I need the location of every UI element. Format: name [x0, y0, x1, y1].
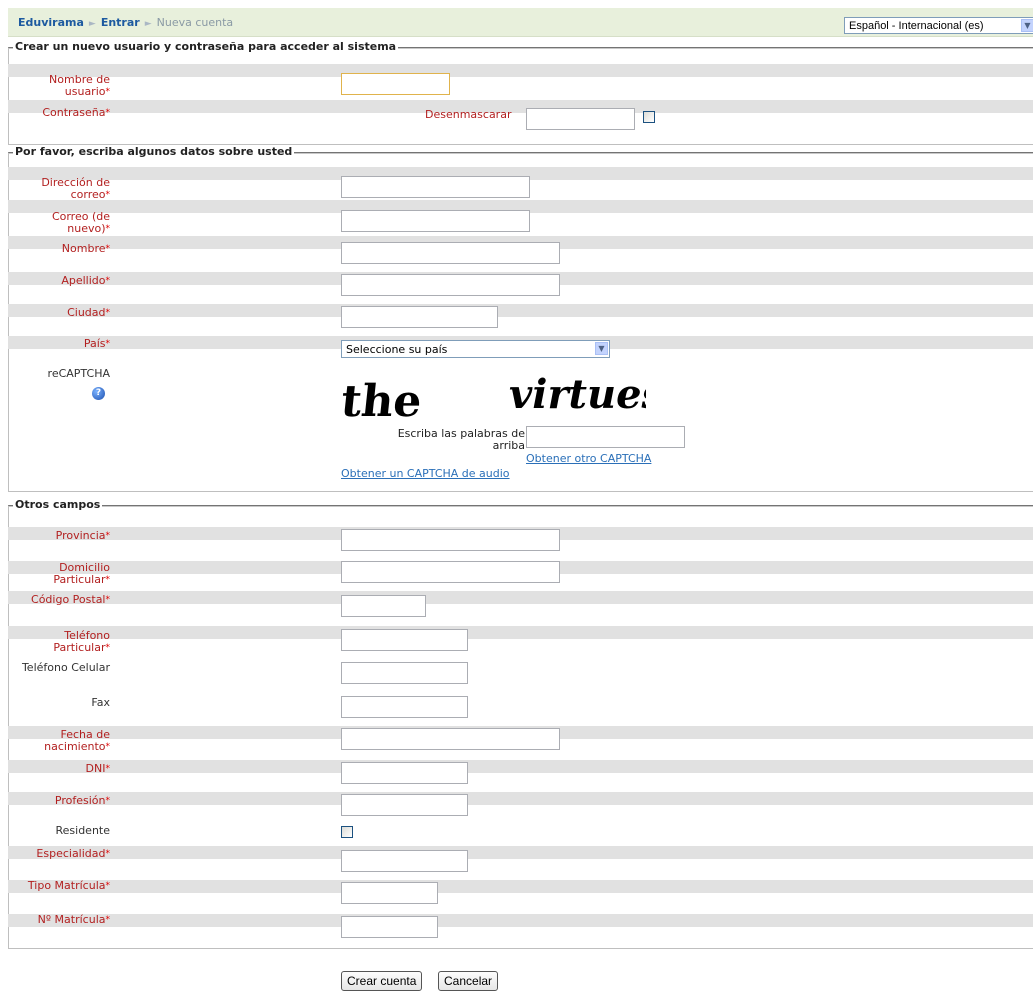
fax-label: Fax — [91, 696, 110, 709]
codigo-postal-input[interactable] — [341, 595, 426, 617]
required-mark: * — [105, 244, 111, 254]
especialidad-label: Especialidad* — [36, 847, 111, 860]
dni-input[interactable] — [341, 762, 468, 784]
telefono-label: Teléfono Particular* — [53, 629, 111, 654]
firstname-label: Nombre* — [61, 242, 111, 255]
domicilio-input[interactable] — [341, 561, 560, 583]
account-legend: Crear un nuevo usuario y contraseña para… — [13, 40, 399, 53]
country-label: País* — [83, 337, 111, 350]
about-legend: Por favor, escriba algunos datos sobre u… — [13, 145, 295, 158]
help-icon[interactable]: ? — [92, 387, 105, 400]
residente-checkbox[interactable] — [341, 826, 353, 838]
required-mark: * — [105, 881, 111, 891]
username-label: Nombre de usuario* — [49, 73, 111, 98]
row-stripe — [8, 100, 1033, 113]
city-label: Ciudad* — [67, 306, 111, 319]
required-mark: * — [105, 742, 111, 752]
celular-input[interactable] — [341, 662, 468, 684]
country-select[interactable]: Seleccione su país ▼ — [341, 340, 610, 358]
language-select[interactable]: Español - Internacional (es) ▼ — [844, 17, 1033, 34]
profesion-input[interactable] — [341, 794, 468, 816]
fecha-label: Fecha de nacimiento* — [44, 728, 111, 753]
provincia-label: Provincia* — [55, 529, 111, 542]
captcha-image: the virtues — [339, 366, 664, 427]
row-stripe — [8, 914, 1033, 927]
required-mark: * — [105, 339, 111, 349]
account-fieldset: Crear un nuevo usuario y contraseña para… — [8, 40, 1033, 145]
lastname-label: Apellido* — [61, 274, 111, 287]
breadcrumb-site-link[interactable]: Eduvirama — [18, 16, 84, 29]
email-input[interactable] — [341, 176, 530, 198]
firstname-input[interactable] — [341, 242, 560, 264]
dni-label: DNI* — [85, 762, 111, 775]
username-input[interactable] — [341, 73, 450, 95]
required-mark: * — [105, 531, 111, 541]
breadcrumb-current: Nueva cuenta — [156, 16, 234, 29]
email-label: Dirección de correo* — [41, 176, 111, 201]
captcha-prompt: Escriba las palabras de arriba — [397, 427, 525, 452]
captcha-other-link[interactable]: Obtener otro CAPTCHA — [526, 452, 651, 465]
required-mark: * — [105, 224, 111, 234]
fax-input[interactable] — [341, 696, 468, 718]
other-legend: Otros campos — [13, 498, 103, 511]
city-input[interactable] — [341, 306, 498, 328]
required-mark: * — [105, 108, 111, 118]
required-mark: * — [105, 796, 111, 806]
email2-input[interactable] — [341, 210, 530, 232]
required-mark: * — [105, 915, 111, 925]
password-input[interactable] — [526, 108, 635, 130]
country-select-value: Seleccione su país — [346, 343, 448, 356]
captcha-audio-link[interactable]: Obtener un CAPTCHA de audio — [341, 467, 510, 480]
nro-matricula-label: Nº Matrícula* — [37, 913, 111, 926]
captcha-word-1: the — [341, 376, 424, 423]
row-stripe — [8, 846, 1033, 859]
captcha-input[interactable] — [526, 426, 685, 448]
telefono-input[interactable] — [341, 629, 468, 651]
create-account-button[interactable]: Crear cuenta — [341, 971, 423, 991]
breadcrumb: Eduvirama ► Entrar ► Nueva cuenta — [18, 16, 233, 29]
breadcrumb-separator: ► — [88, 19, 96, 29]
required-mark: * — [105, 595, 111, 605]
required-mark: * — [105, 308, 111, 318]
captcha-word-2: virtues — [509, 371, 646, 418]
nro-matricula-input[interactable] — [341, 916, 438, 938]
profesion-label: Profesión* — [54, 794, 111, 807]
email2-label: Correo (de nuevo)* — [51, 210, 111, 235]
row-stripe — [8, 792, 1033, 805]
row-stripe — [8, 880, 1033, 893]
chevron-down-icon[interactable]: ▼ — [595, 342, 608, 355]
domicilio-label: Domicilio Particular* — [53, 561, 111, 586]
chevron-down-icon[interactable]: ▼ — [1021, 19, 1033, 32]
required-mark: * — [105, 276, 111, 286]
password-label: Contraseña* — [42, 106, 111, 119]
language-select-value: Español - Internacional (es) — [849, 20, 984, 32]
required-mark: * — [105, 643, 111, 653]
provincia-input[interactable] — [341, 529, 560, 551]
row-stripe — [8, 591, 1033, 604]
row-stripe — [8, 626, 1033, 639]
unmask-checkbox[interactable] — [643, 111, 655, 123]
unmask-label: Desenmascarar — [425, 108, 512, 121]
lastname-input[interactable] — [341, 274, 560, 296]
tipo-matricula-input[interactable] — [341, 882, 438, 904]
navbar: Eduvirama ► Entrar ► Nueva cuenta Español - … — [8, 8, 1033, 37]
residente-label: Residente — [55, 824, 110, 837]
required-mark: * — [105, 190, 111, 200]
row-stripe — [8, 760, 1033, 773]
required-mark: * — [105, 764, 111, 774]
tipo-matricula-label: Tipo Matrícula* — [27, 879, 111, 892]
recaptcha-label: reCAPTCHA — [47, 367, 110, 380]
row-stripe — [8, 64, 1033, 77]
required-mark: * — [105, 849, 111, 859]
row-stripe — [8, 304, 1033, 317]
celular-label: Teléfono Celular — [21, 661, 110, 674]
breadcrumb-login-link[interactable]: Entrar — [101, 16, 140, 29]
required-mark: * — [105, 575, 111, 585]
especialidad-input[interactable] — [341, 850, 468, 872]
required-mark: * — [105, 87, 111, 97]
fecha-input[interactable] — [341, 728, 560, 750]
cancel-button[interactable]: Cancelar — [438, 971, 499, 991]
breadcrumb-separator: ► — [144, 19, 152, 29]
codigo-postal-label: Código Postal* — [31, 593, 111, 606]
